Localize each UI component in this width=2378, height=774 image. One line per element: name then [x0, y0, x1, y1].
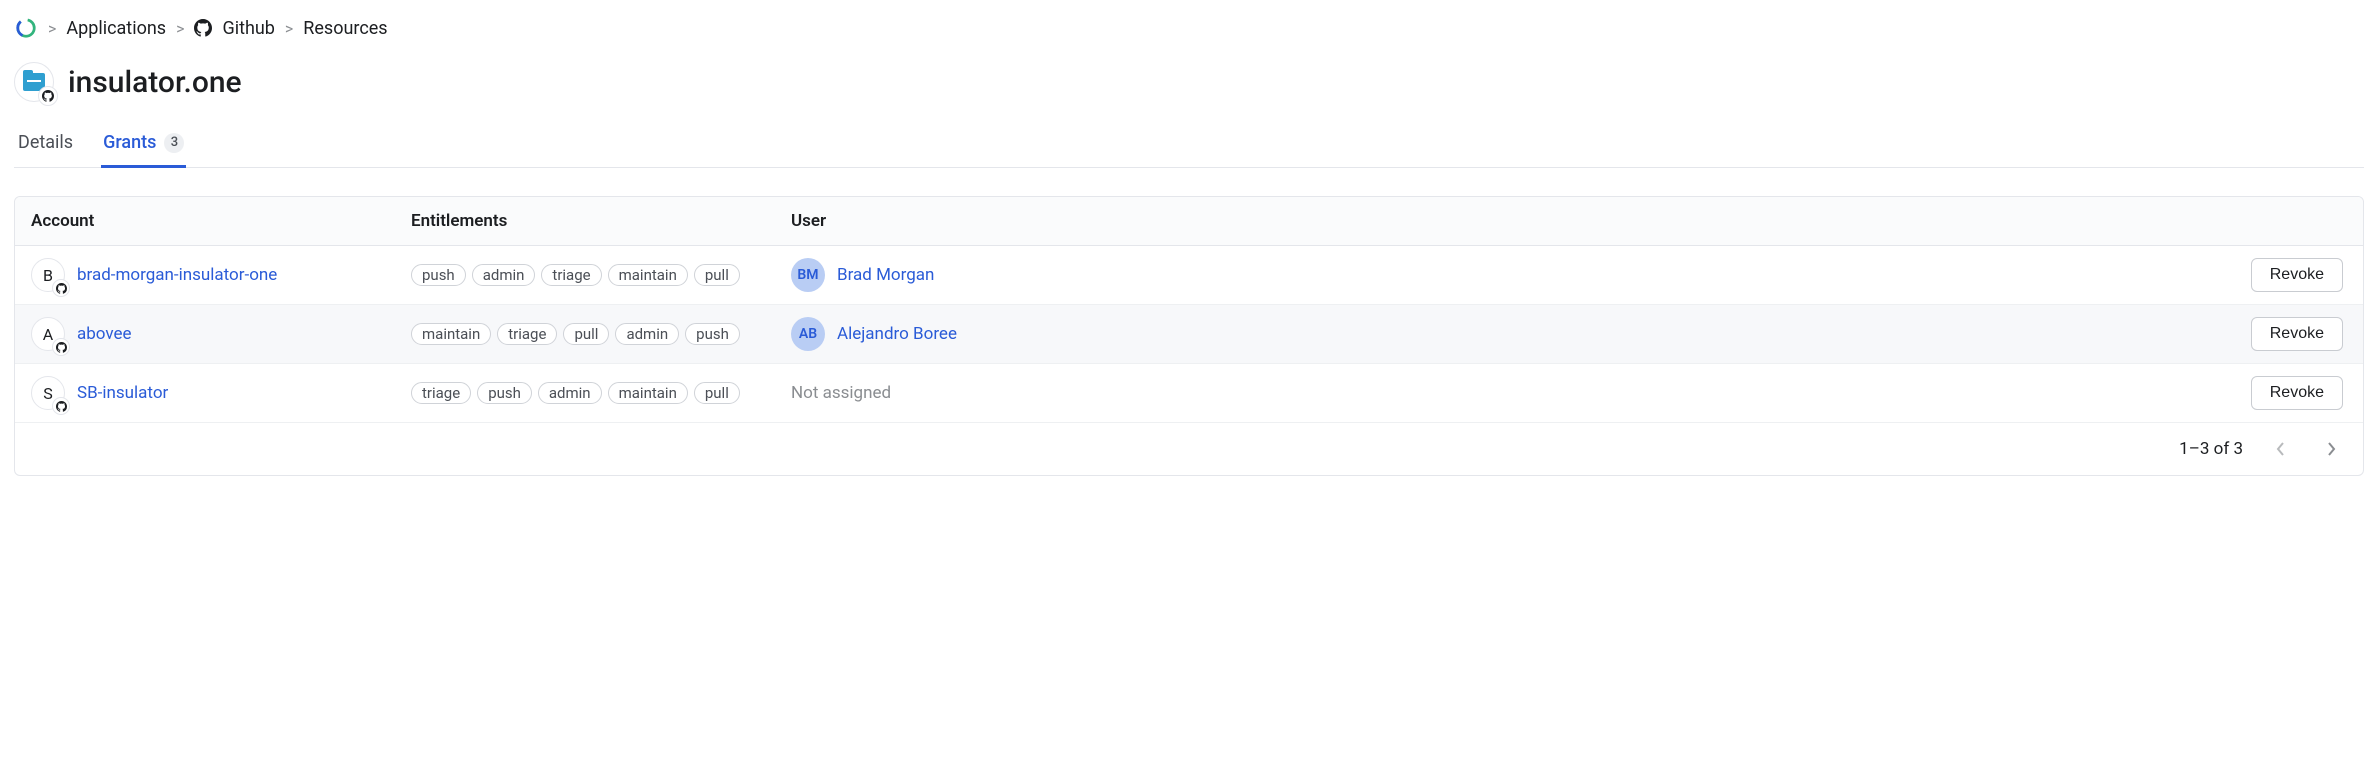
pagination-label: 1–3 of 3: [2179, 439, 2243, 459]
user-link[interactable]: Alejandro Boree: [837, 324, 957, 344]
th-actions: [2223, 207, 2363, 235]
entitlement-tag: triage: [541, 264, 601, 286]
revoke-button[interactable]: Revoke: [2251, 376, 2343, 410]
table-row: S SB-insulator triage push admin maintain pull…: [15, 364, 2363, 422]
chevron-right-icon: >: [285, 19, 293, 38]
entitlement-tag: admin: [472, 264, 536, 286]
account-link[interactable]: SB-insulator: [77, 383, 168, 403]
entitlement-tags: maintain triage pull admin push: [411, 323, 759, 345]
entitlement-tag: admin: [615, 323, 679, 345]
entitlement-tag: maintain: [608, 264, 688, 286]
resource-icon-wrap: [14, 62, 54, 102]
account-link[interactable]: abovee: [77, 324, 132, 344]
chevron-right-icon: >: [48, 19, 56, 38]
account-avatar: A: [31, 317, 65, 351]
entitlement-tag: triage: [411, 382, 471, 404]
table-row: Bbrad-morgan-insulator-one push admintriag…: [15, 246, 2363, 305]
tab-grants-label: Grants: [103, 132, 156, 153]
pagination-prev[interactable]: [2269, 437, 2293, 461]
github-badge-icon: [38, 86, 58, 106]
github-badge-icon: [52, 279, 70, 297]
entitlement-tag: triage: [497, 323, 557, 345]
entitlements-cell: push admintriage maintain pull: [395, 252, 775, 298]
account-cell: Bbrad-morgan-insulator-one: [15, 246, 395, 304]
tab-grants[interactable]: Grants 3: [101, 122, 186, 168]
github-icon: [194, 19, 212, 37]
entitlements-cell: triage push admin maintain pull: [395, 370, 775, 416]
entitlement-tag: maintain: [608, 382, 688, 404]
tab-details[interactable]: Details: [16, 122, 75, 168]
entitlements-cell: maintain triage pull admin push: [395, 311, 775, 357]
brand-logo-icon: [14, 16, 38, 40]
th-entitlements: Entitlements: [395, 197, 775, 245]
account-cell: S SB-insulator: [15, 364, 395, 422]
th-user: User: [775, 197, 2223, 245]
chevron-right-icon: >: [176, 19, 184, 38]
breadcrumb: > Applications > Github > Resources: [14, 12, 2364, 58]
revoke-button[interactable]: Revoke: [2251, 258, 2343, 292]
user-cell: BM Brad Morgan: [775, 246, 2223, 304]
github-badge-icon: [52, 397, 70, 415]
account-avatar: B: [31, 258, 65, 292]
user-link[interactable]: Brad Morgan: [837, 265, 934, 285]
user-cell: AB Alejandro Boree: [775, 305, 2223, 363]
breadcrumb-resources[interactable]: Resources: [303, 18, 387, 39]
chevron-left-icon: [2276, 441, 2286, 457]
tabs: Details Grants 3: [14, 122, 2364, 168]
action-cell: Revoke: [2223, 246, 2363, 304]
entitlement-tag: admin: [538, 382, 602, 404]
user-not-assigned: Not assigned: [791, 383, 891, 403]
github-badge-icon: [52, 338, 70, 356]
tab-details-label: Details: [18, 132, 73, 153]
th-account: Account: [15, 197, 395, 245]
breadcrumb-github[interactable]: Github: [222, 18, 274, 39]
table-body: Bbrad-morgan-insulator-onepushadmintriag…: [15, 246, 2363, 422]
entitlement-tags: triage push admin maintain pull: [411, 382, 759, 404]
pagination-next[interactable]: [2319, 437, 2343, 461]
entitlement-tag: pull: [694, 382, 740, 404]
pagination: 1–3 of 3: [15, 422, 2363, 475]
table-header: Account Entitlements User: [15, 197, 2363, 246]
table-row: Aabovee maintain triage pull admin push AB Alej…: [15, 305, 2363, 364]
entitlement-tag: push: [685, 323, 740, 345]
entitlement-tag: pull: [694, 264, 740, 286]
chevron-right-icon: [2326, 441, 2336, 457]
entitlement-tags: push admintriage maintain pull: [411, 264, 759, 286]
account-link[interactable]: brad-morgan-insulator-one: [77, 265, 277, 285]
account-avatar: S: [31, 376, 65, 410]
entitlement-tag: push: [411, 264, 466, 286]
action-cell: Revoke: [2223, 305, 2363, 363]
revoke-button[interactable]: Revoke: [2251, 317, 2343, 351]
user-cell: Not assigned: [775, 371, 2223, 415]
user-avatar: AB: [791, 317, 825, 351]
entitlement-tag: maintain: [411, 323, 491, 345]
tab-grants-count: 3: [164, 133, 184, 153]
grants-table: Account Entitlements User Bbrad-morgan-i…: [14, 196, 2364, 476]
breadcrumb-applications[interactable]: Applications: [66, 18, 166, 39]
page-title: insulator.one: [68, 65, 242, 100]
entitlement-tag: push: [477, 382, 532, 404]
action-cell: Revoke: [2223, 364, 2363, 422]
user-avatar: BM: [791, 258, 825, 292]
entitlement-tag: pull: [563, 323, 609, 345]
page-title-row: insulator.one: [14, 58, 2364, 122]
account-cell: Aabovee: [15, 305, 395, 363]
